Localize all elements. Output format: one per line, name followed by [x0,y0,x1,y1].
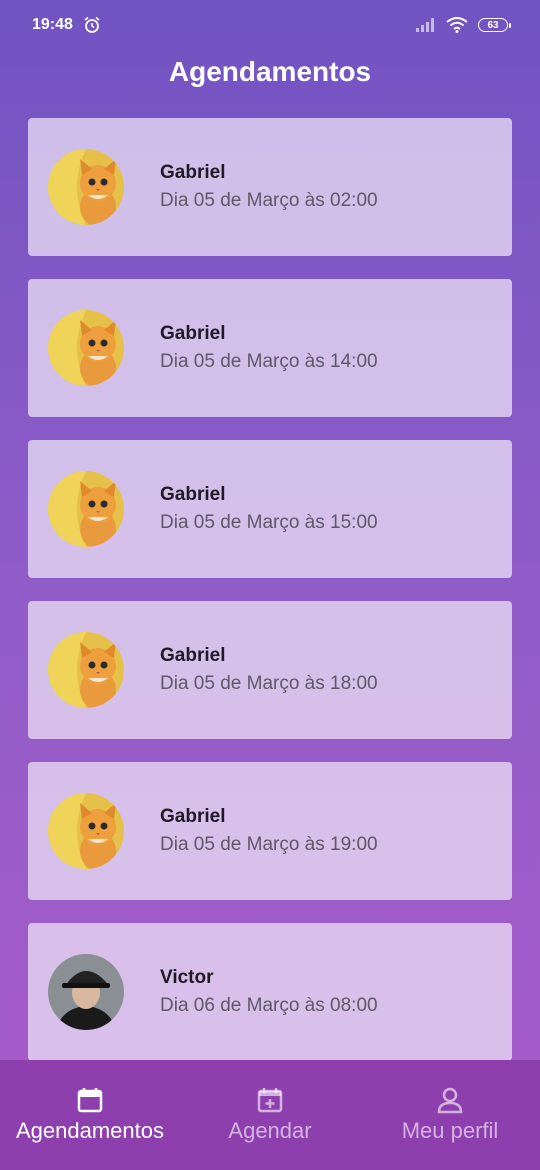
cat-avatar [48,149,124,225]
page-title: Agendamentos [168,56,372,87]
appointment-name: Gabriel [160,323,226,344]
cat-avatar [48,632,124,708]
appointment-name: Gabriel [160,806,226,827]
appointment-date: Dia 05 de Março às 02:00 [160,190,378,211]
battery-icon: 63 [478,18,511,32]
status-bar: 19:48 63 [0,0,540,50]
appointment-date: Dia 05 de Março às 18:00 [160,673,378,694]
signal-icon [416,18,434,32]
person-avatar [48,954,124,1030]
appointment-date: Dia 05 de Março às 14:00 [160,351,378,372]
nav-label: Agendar [228,1118,312,1143]
calendar-add-icon [257,1088,283,1113]
appointment-date: Dia 06 de Março às 08:00 [160,995,378,1016]
cat-avatar [48,793,124,869]
appointment-name: Gabriel [160,162,226,183]
nav-label: Agendamentos [16,1118,164,1143]
alarm-icon [84,16,100,33]
wifi-icon [446,17,468,33]
appointment-card[interactable]: Gabriel Dia 05 de Março às 19:00 [28,762,512,900]
appointment-card[interactable]: Gabriel Dia 05 de Março às 18:00 [28,601,512,739]
nav-label: Meu perfil [401,1118,499,1143]
nav-item-meu-perfil[interactable]: Meu perfil [360,1060,540,1170]
appointment-list: Gabriel Dia 05 de Março às 02:00 Gabriel Di… [28,118,512,1084]
appointment-date: Dia 05 de Março às 15:00 [160,512,378,533]
bottom-nav: Agendamentos Agendar Meu perfil [0,1060,540,1170]
appointment-name: Victor [160,967,214,988]
appointment-name: Gabriel [160,484,226,505]
appointment-date: Dia 05 de Março às 19:00 [160,834,378,855]
appointment-card[interactable]: Gabriel Dia 05 de Março às 14:00 [28,279,512,417]
nav-item-agendamentos[interactable]: Agendamentos [0,1060,180,1170]
cat-avatar [48,471,124,547]
appointment-card[interactable]: Gabriel Dia 05 de Março às 15:00 [28,440,512,578]
user-icon [437,1087,463,1114]
nav-item-agendar[interactable]: Agendar [180,1060,360,1170]
calendar-icon [77,1088,103,1113]
status-time: 19:48 [32,16,73,33]
cat-avatar [48,310,124,386]
appointment-card[interactable]: Gabriel Dia 05 de Março às 02:00 [28,118,512,256]
appointment-name: Gabriel [160,645,226,666]
appointment-card[interactable]: Victor Dia 06 de Março às 08:00 [28,923,512,1061]
